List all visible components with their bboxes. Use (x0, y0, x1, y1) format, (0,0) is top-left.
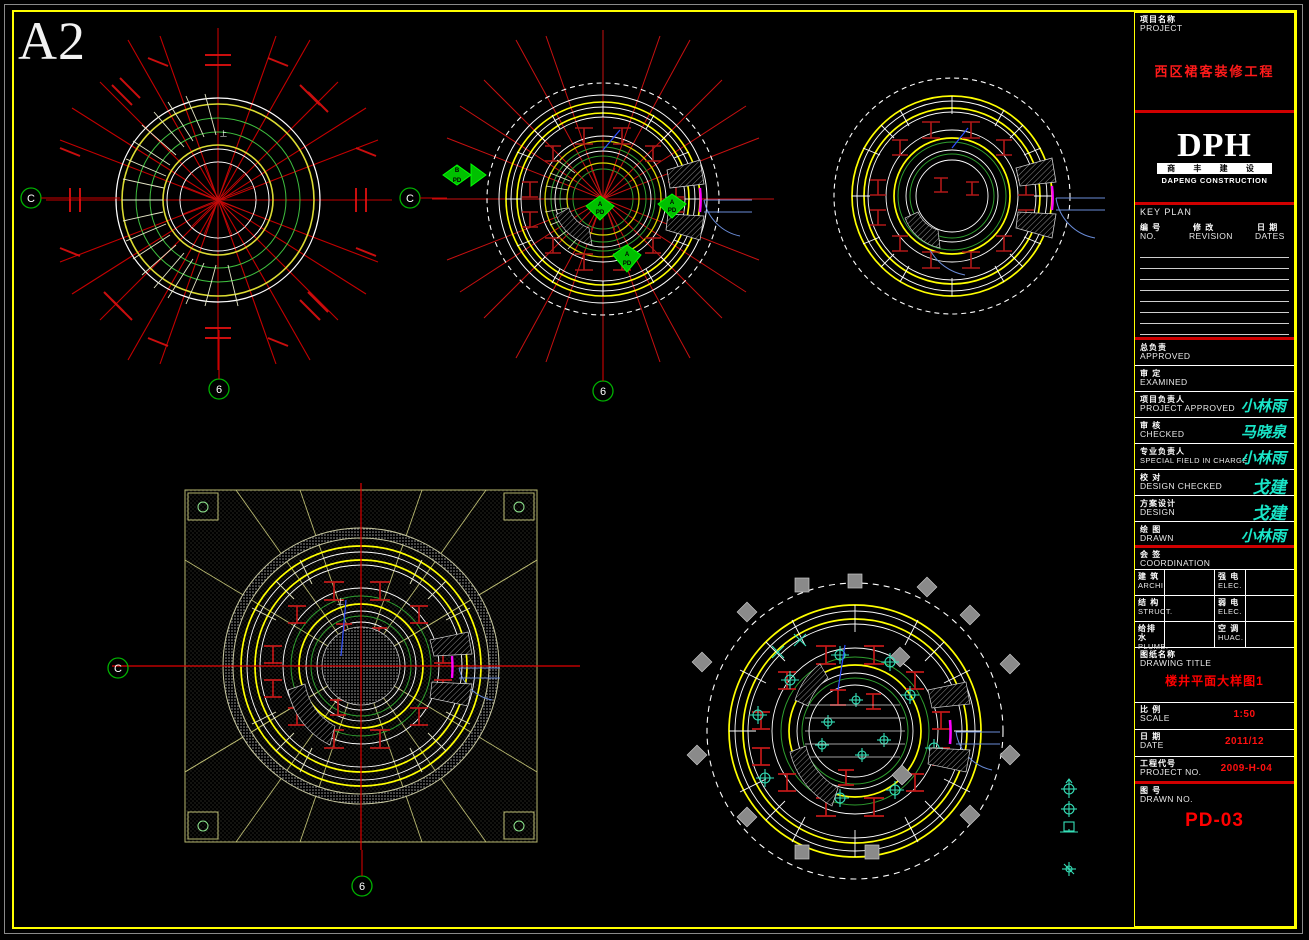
approval-row-drawn: 绘 图 DRAWN 小林雨 (1135, 522, 1294, 548)
elec2-label-cn: 弱 电 (1218, 598, 1240, 607)
project-name-value: 西区裙客装修工程 (1154, 64, 1275, 79)
revision-row[interactable] (1140, 313, 1289, 324)
logo-name-en: DAPENG CONSTRUCTION (1161, 176, 1268, 185)
revision-row[interactable] (1140, 269, 1289, 280)
revision-row[interactable] (1140, 258, 1289, 269)
project-no-row: 工程代号 PROJECT NO. 2009-H-04 (1135, 757, 1294, 784)
elec2-label-en: ELEC. (1218, 607, 1242, 616)
approval-row-approved: 总负责 APPROVED (1135, 340, 1294, 366)
examined-label-en: EXAMINED (1140, 377, 1188, 387)
revision-row[interactable] (1140, 247, 1289, 258)
checked-label-en: CHECKED (1140, 429, 1185, 439)
revision-row[interactable] (1140, 291, 1289, 302)
elec1-label-en: ELEC. (1218, 581, 1242, 590)
company-logo: DPH 商 丰 建 设 DAPENG CONSTRUCTION (1135, 113, 1294, 205)
drawn-no-value: PD-03 (1185, 810, 1244, 831)
elec2-value[interactable] (1246, 596, 1294, 621)
key-plan-label: KEY PLAN (1140, 207, 1192, 217)
scale-row: 比 例 SCALE 1:50 (1135, 703, 1294, 730)
huac-value[interactable] (1246, 622, 1294, 647)
rev-en: REVISION (1189, 231, 1233, 241)
drawn-no-row: 图 号 DRAWN NO. PD-03 (1135, 784, 1294, 844)
project-no-value: 2009-H-04 (1220, 763, 1273, 774)
elec1-value[interactable] (1246, 570, 1294, 595)
key-plan-revision-block: KEY PLAN 编 号 NO. 修 改 REVISION 日 期 DATES (1135, 205, 1294, 340)
drawn-no-label-en: DRAWN NO. (1140, 794, 1193, 804)
project-approved-label-en: PROJECT APPROVED (1140, 403, 1236, 413)
coordination-row-archi-elec: 建 筑 ARCHI. 强 电 ELEC. (1135, 570, 1294, 596)
scale-value: 1:50 (1233, 709, 1256, 720)
design-checked-signature: 戈建 (1252, 478, 1286, 497)
approval-row-special-field: 专业负责人 SPECIAL FIELD IN CHARGE 小林雨 (1135, 444, 1294, 470)
coordination-header: 会 签 COORDINATION (1135, 548, 1294, 570)
archi-value[interactable] (1165, 570, 1215, 595)
special-field-label-en: SPECIAL FIELD IN CHARGE (1140, 456, 1248, 465)
elec1-label-cn: 强 电 (1218, 572, 1240, 581)
revision-header: 编 号 NO. 修 改 REVISION 日 期 DATES (1135, 223, 1294, 243)
cad-sheet: 上 C 6 B PD A PD A PD A PD C 6 上 C 6 A2 项… (0, 0, 1309, 940)
drawing-title-value: 楼井平面大样图1 (1165, 674, 1264, 688)
project-label-en: PROJECT (1140, 23, 1183, 33)
design-checked-label-en: DESIGN CHECKED (1140, 481, 1223, 491)
approved-label-en: APPROVED (1140, 351, 1191, 361)
rev-date-en: DATES (1255, 231, 1285, 241)
huac-label-cn: 空 调 (1218, 624, 1240, 633)
logo-mark: DPH (1177, 127, 1252, 164)
drawn-signature: 小林雨 (1240, 529, 1286, 545)
checked-signature: 马晓泉 (1240, 425, 1286, 441)
date-value: 2011/12 (1224, 736, 1265, 747)
approval-row-examined: 审 定 EXAMINED (1135, 366, 1294, 392)
approval-row-checked: 审 核 CHECKED 马晓泉 (1135, 418, 1294, 444)
archi-label-en: ARCHI. (1138, 581, 1166, 590)
drawing-title-row: 图纸名称 DRAWING TITLE 楼井平面大样图1 (1135, 648, 1294, 703)
struct-value[interactable] (1165, 596, 1215, 621)
coordination-label-en: COORDINATION (1140, 558, 1211, 568)
revision-rows[interactable] (1140, 247, 1289, 335)
drawing-title-label-en: DRAWING TITLE (1140, 658, 1212, 668)
approval-row-project-approved: 项目负责人 PROJECT APPROVED 小林雨 (1135, 392, 1294, 418)
struct-label-en: STRUCT. (1138, 607, 1173, 616)
revision-row[interactable] (1140, 280, 1289, 291)
special-field-signature: 小林雨 (1240, 451, 1286, 467)
struct-label-cn: 结 构 (1138, 598, 1160, 607)
approval-row-design: 方案设计 DESIGN 戈建 (1135, 496, 1294, 523)
archi-label-cn: 建 筑 (1138, 572, 1160, 581)
logo-name-cn: 商 丰 建 设 (1167, 164, 1262, 173)
project-row: 项目名称 PROJECT 西区裙客装修工程 (1135, 13, 1294, 113)
plumb-label-cn: 给排水 (1138, 624, 1156, 642)
revision-row[interactable] (1140, 324, 1289, 335)
project-approved-signature: 小林雨 (1240, 399, 1286, 415)
rev-no-en: NO. (1140, 231, 1157, 241)
plumb-value[interactable] (1165, 622, 1215, 647)
coordination-row-struct-elec: 结 构 STRUCT. 弱 电 ELEC. (1135, 596, 1294, 622)
revision-row[interactable] (1140, 302, 1289, 313)
design-signature: 戈建 (1252, 504, 1286, 523)
coordination-row-plumb-huac: 给排水 PLUMB. 空 调 HUAC. (1135, 622, 1294, 651)
huac-label-en: HUAC. (1218, 633, 1244, 642)
approval-row-design-checked: 校 对 DESIGN CHECKED 戈建 (1135, 470, 1294, 497)
sheet-border (12, 10, 1297, 929)
design-label-en: DESIGN (1140, 507, 1175, 517)
title-block: 项目名称 PROJECT 西区裙客装修工程 DPH 商 丰 建 设 DAPENG… (1134, 12, 1295, 927)
date-row: 日 期 DATE 2011/12 (1135, 730, 1294, 757)
special-field-label-cn: 专业负责人 (1140, 447, 1185, 456)
sheet-size-label: A2 (18, 11, 86, 71)
drawn-label-en: DRAWN (1140, 533, 1174, 543)
